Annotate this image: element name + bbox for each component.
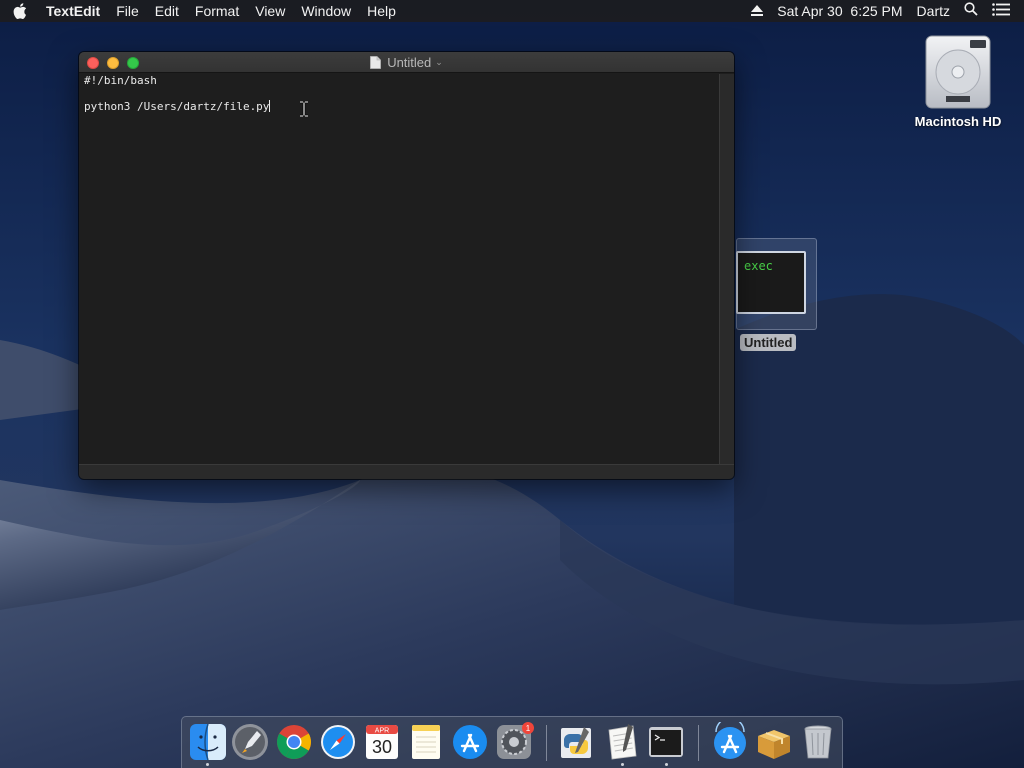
document-icon <box>370 55 382 69</box>
menu-format[interactable]: Format <box>187 0 247 22</box>
python-launcher-icon[interactable] <box>556 722 596 762</box>
textedit-running-indicator <box>621 763 624 766</box>
horizontal-scrollbar[interactable] <box>79 464 734 479</box>
desktop-icon-macintosh-hd[interactable]: Macintosh HD <box>906 34 1010 129</box>
menu-window[interactable]: Window <box>293 0 359 22</box>
app-store-icon[interactable] <box>450 722 490 762</box>
window-preview-label: Untitled <box>740 334 797 351</box>
trash-icon[interactable] <box>798 722 838 762</box>
desktop-icon-label: Macintosh HD <box>914 114 1002 129</box>
chevron-down-icon[interactable]: ⌄ <box>435 57 443 68</box>
finder-running-indicator <box>206 763 209 766</box>
finder-icon[interactable] <box>188 722 228 762</box>
menu-file[interactable]: File <box>108 0 147 22</box>
editor-line-2 <box>84 87 714 100</box>
applications-folder-icon[interactable] <box>710 722 750 762</box>
menu-edit[interactable]: Edit <box>147 0 187 22</box>
window-title-group[interactable]: Untitled ⌄ <box>370 55 443 70</box>
system-preferences-icon[interactable]: 1 <box>494 722 534 762</box>
window-preview-thumbnail[interactable]: exec <box>736 251 806 314</box>
text-caret <box>269 100 271 112</box>
preview-exec-text: exec <box>744 259 773 273</box>
hard-drive-icon <box>925 35 991 109</box>
textedit-window: Untitled ⌄ #!/bin/bash python3 /Users/da… <box>79 52 734 479</box>
notes-icon[interactable] <box>406 722 446 762</box>
window-titlebar[interactable]: Untitled ⌄ <box>79 52 734 73</box>
notification-badge: 1 <box>526 724 531 733</box>
menu-help[interactable]: Help <box>359 0 404 22</box>
editor-line-1: #!/bin/bash <box>84 74 157 87</box>
safari-icon[interactable] <box>318 722 358 762</box>
menu-view[interactable]: View <box>247 0 293 22</box>
apple-icon[interactable] <box>0 0 40 22</box>
dock: APR 30 1 <box>181 716 843 768</box>
close-button[interactable] <box>87 57 99 69</box>
app-menu-textedit[interactable]: TextEdit <box>40 0 108 22</box>
dock-separator <box>698 725 699 761</box>
minimize-button[interactable] <box>107 57 119 69</box>
text-editor-area[interactable]: #!/bin/bash python3 /Users/dartz/file.py <box>79 74 719 464</box>
dock-separator <box>546 725 547 761</box>
calendar-month: APR <box>375 728 389 735</box>
spotlight-search-icon[interactable] <box>957 0 985 22</box>
editor-line-3: python3 /Users/dartz/file.py <box>84 100 714 113</box>
menu-bar: TextEdit File Edit Format View Window He… <box>0 0 1024 22</box>
calendar-icon[interactable]: APR 30 <box>362 722 402 762</box>
ibeam-cursor-icon <box>300 101 308 117</box>
textedit-icon[interactable] <box>602 722 642 762</box>
archive-box-icon[interactable] <box>754 722 794 762</box>
terminal-icon[interactable] <box>646 722 686 762</box>
editor-line-3-text: python3 /Users/dartz/file.py <box>84 100 270 113</box>
eject-icon[interactable] <box>744 0 770 22</box>
menubar-clock[interactable]: Sat Apr 30 6:25 PM <box>770 0 909 22</box>
window-title: Untitled <box>387 54 432 70</box>
menubar-user[interactable]: Dartz <box>910 0 957 22</box>
vertical-scrollbar[interactable] <box>719 74 734 464</box>
chrome-icon[interactable] <box>274 722 314 762</box>
notification-center-icon[interactable] <box>985 0 1024 22</box>
launchpad-icon[interactable] <box>230 722 270 762</box>
calendar-day: 30 <box>372 737 392 757</box>
maximize-button[interactable] <box>127 57 139 69</box>
terminal-running-indicator <box>665 763 668 766</box>
